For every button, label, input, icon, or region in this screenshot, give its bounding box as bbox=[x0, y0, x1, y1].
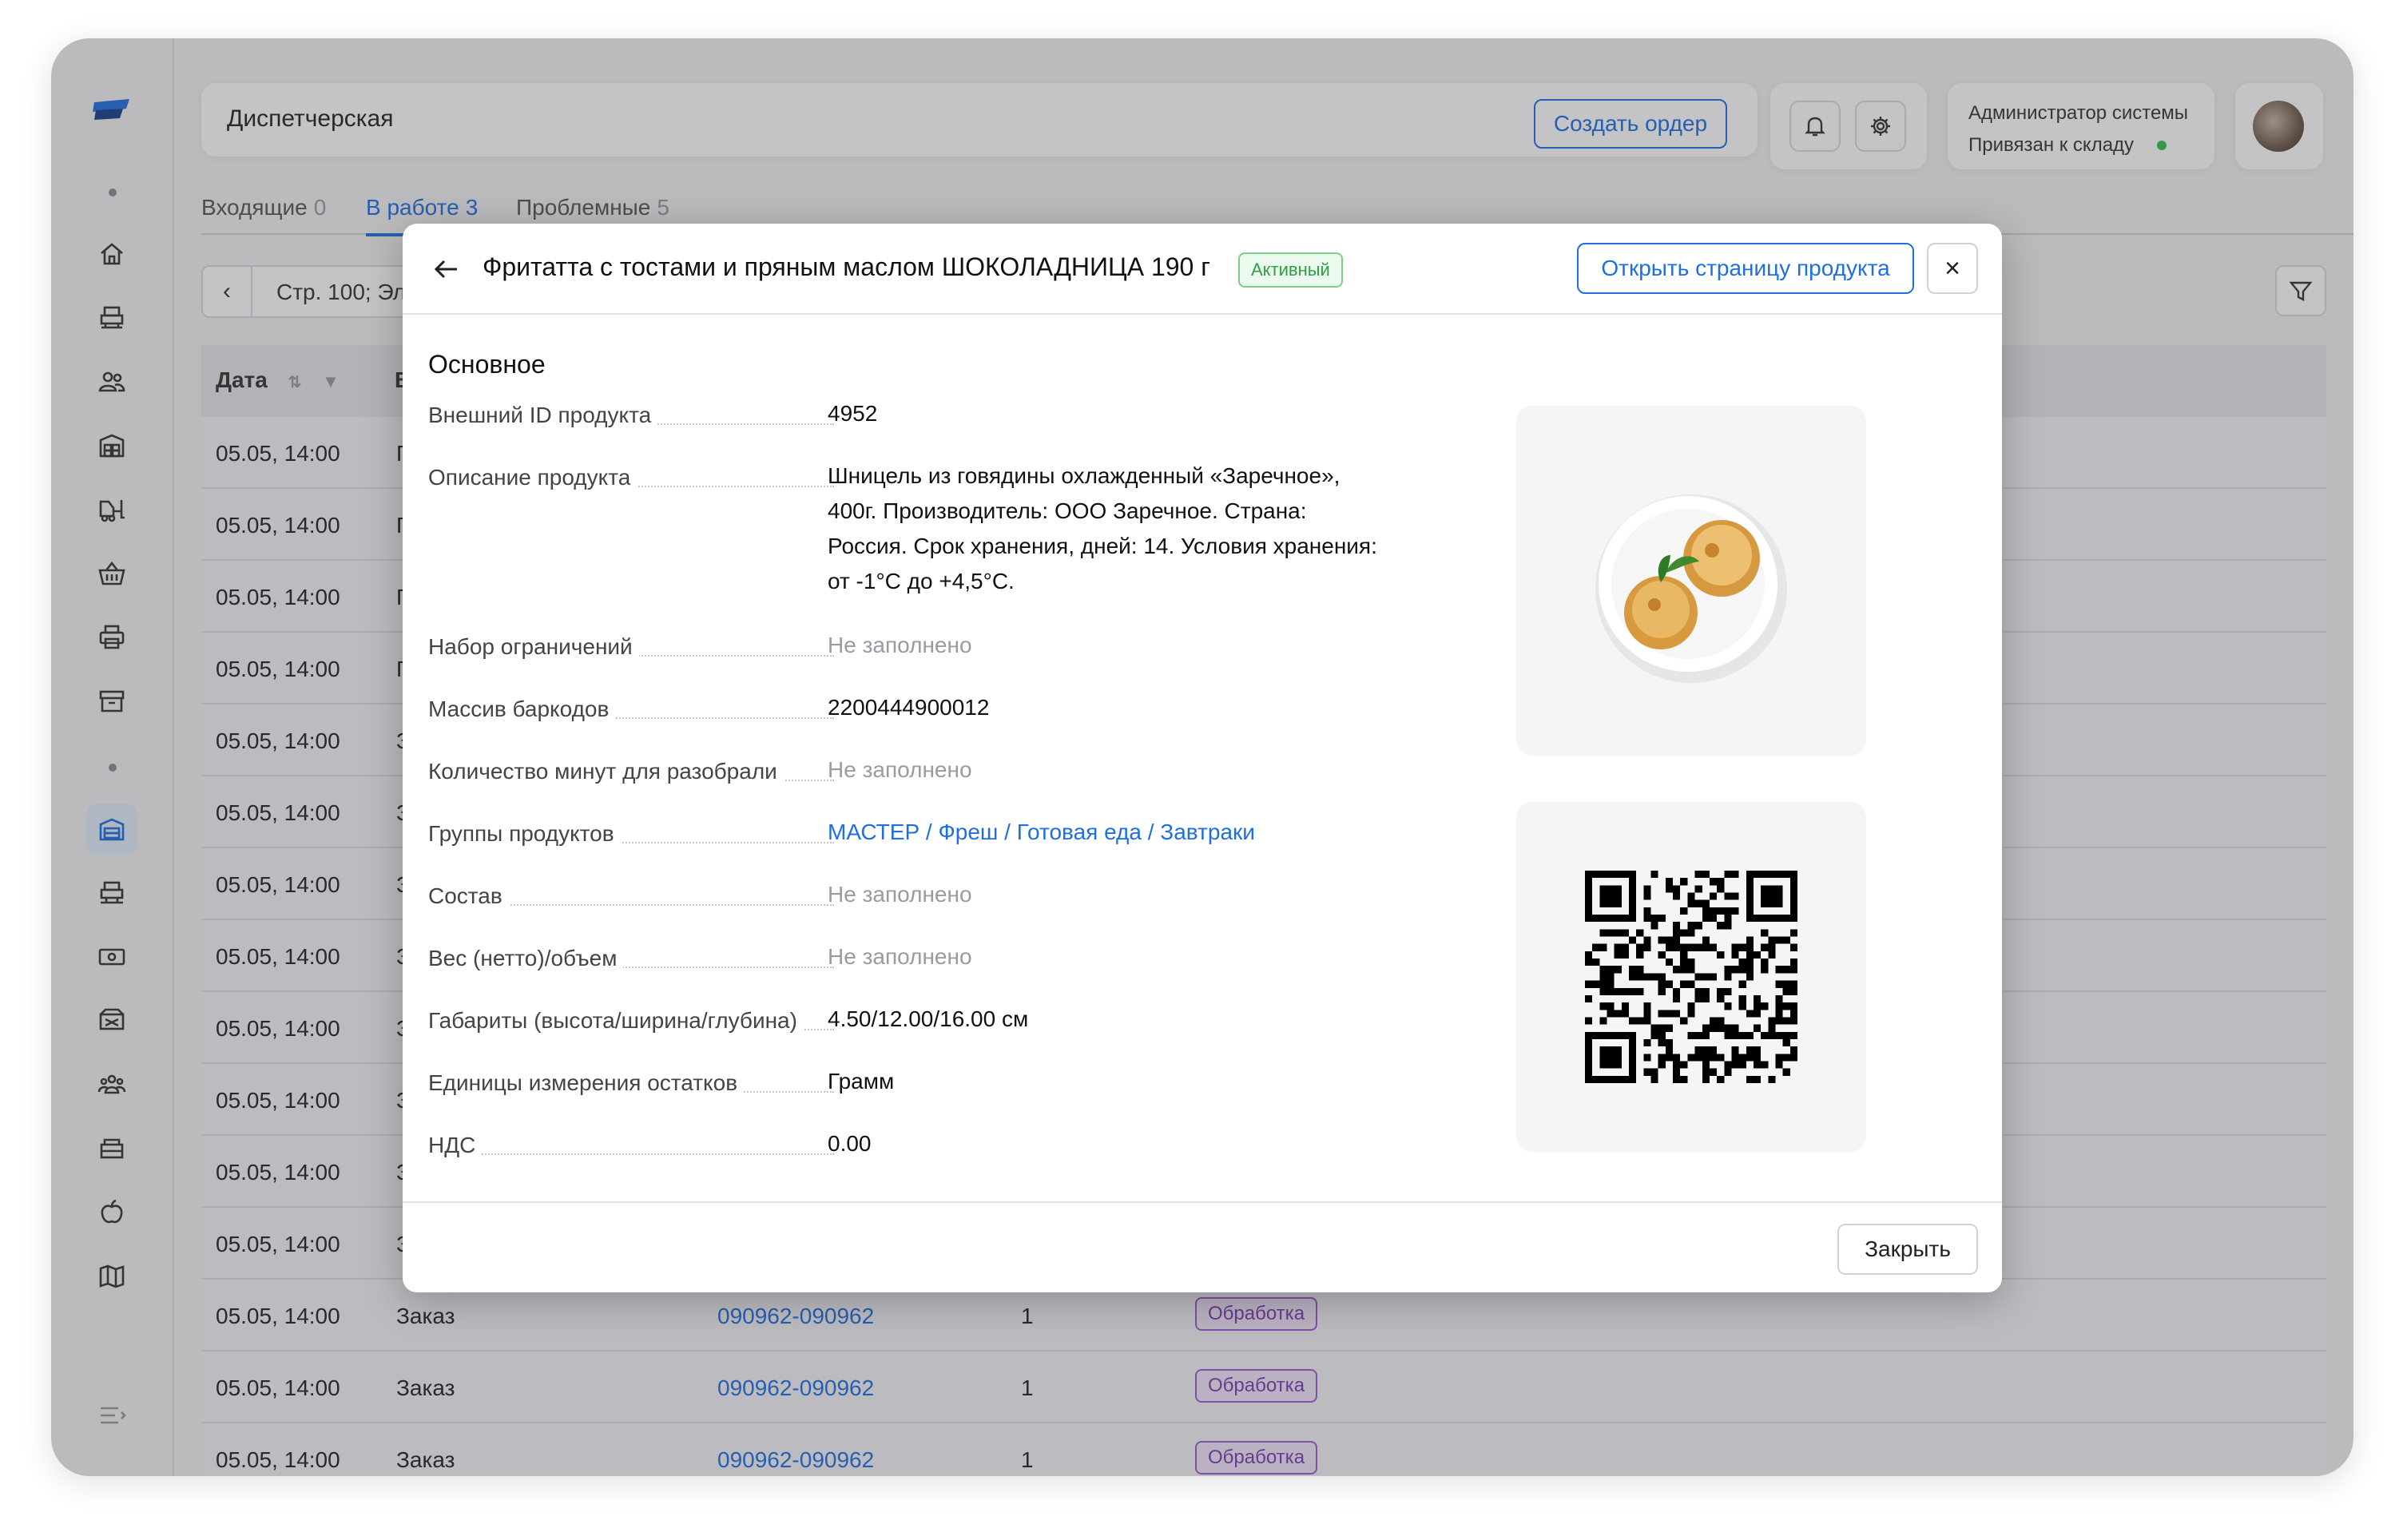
field-value: 4952 bbox=[828, 401, 878, 426]
field-value: 2200444900012 bbox=[828, 695, 990, 720]
field-value: 0.00 bbox=[828, 1131, 872, 1156]
arrow-left-icon bbox=[434, 260, 457, 279]
field-label-row: Набор ограничений bbox=[428, 634, 834, 660]
status-badge: Активный bbox=[1238, 252, 1343, 288]
close-icon: × bbox=[1944, 252, 1960, 284]
field-value: Не заполнено bbox=[828, 882, 972, 907]
field-label-row: Внешний ID продукта bbox=[428, 403, 834, 428]
product-image bbox=[1516, 406, 1866, 756]
field-label-row: Описание продукта bbox=[428, 465, 834, 490]
app-window: Диспетчерская Создать ордер Администрато… bbox=[51, 38, 2353, 1476]
field-label-row: Массив баркодов bbox=[428, 697, 834, 722]
field-label-row: Количество минут для разобрали bbox=[428, 759, 834, 784]
field-label: Описание продукта bbox=[428, 465, 637, 490]
field-label: Внешний ID продукта bbox=[428, 403, 658, 427]
field-label: Массив баркодов bbox=[428, 697, 616, 721]
field-label: Вес (нетто)/объем bbox=[428, 946, 624, 970]
field-value: Грамм bbox=[828, 1069, 895, 1093]
modal-footer: Закрыть bbox=[403, 1201, 2002, 1292]
field-value: Не заполнено bbox=[828, 757, 972, 782]
field-label: Группы продуктов bbox=[428, 821, 621, 846]
field-label: Набор ограничений bbox=[428, 634, 639, 659]
field-value: Не заполнено bbox=[828, 944, 972, 969]
field-label: Состав bbox=[428, 883, 509, 908]
field-label-row: Габариты (высота/ширина/глубина) bbox=[428, 1008, 834, 1034]
modal-header: Фритатта с тостами и пряным маслом ШОКОЛ… bbox=[403, 224, 2002, 315]
open-product-page-button[interactable]: Открыть страницу продукта bbox=[1577, 243, 1914, 294]
product-title: Фритатта с тостами и пряным маслом ШОКОЛ… bbox=[483, 252, 1210, 281]
field-value: Не заполнено bbox=[828, 633, 972, 657]
field-label: Количество минут для разобрали bbox=[428, 759, 784, 784]
qr-code-image bbox=[1585, 871, 1797, 1083]
field-label-row: Группы продуктов bbox=[428, 821, 834, 847]
field-label: Габариты (высота/ширина/глубина) bbox=[428, 1008, 804, 1033]
close-modal-button[interactable]: × bbox=[1927, 243, 1978, 294]
product-group-link[interactable]: МАСТЕР / Фреш / Готовая еда / Завтраки bbox=[828, 815, 1387, 850]
field-value: 4.50/12.00/16.00 см bbox=[828, 1006, 1029, 1031]
product-modal: Фритатта с тостами и пряным маслом ШОКОЛ… bbox=[403, 224, 2002, 1292]
qr-code bbox=[1516, 802, 1866, 1152]
back-button[interactable] bbox=[431, 254, 462, 284]
close-button[interactable]: Закрыть bbox=[1837, 1224, 1978, 1275]
section-title: Основное bbox=[428, 350, 546, 379]
field-label: НДС bbox=[428, 1133, 483, 1157]
field-label-row: Вес (нетто)/объем bbox=[428, 946, 834, 971]
field-value: Шницель из говядины охлажденный «Заречно… bbox=[828, 463, 1377, 593]
product-photo bbox=[1595, 494, 1787, 683]
field-label: Единицы измерения остатков bbox=[428, 1070, 745, 1095]
field-label-row: НДС bbox=[428, 1133, 834, 1158]
field-label-row: Состав bbox=[428, 883, 834, 909]
field-label-row: Единицы измерения остатков bbox=[428, 1070, 834, 1096]
